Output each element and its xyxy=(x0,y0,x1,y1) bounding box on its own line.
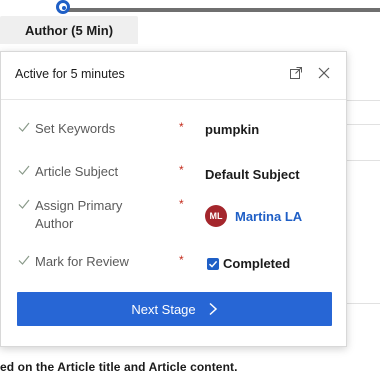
primary-author-link[interactable]: Martina LA xyxy=(235,209,302,224)
required-indicator: * xyxy=(179,163,184,177)
stage-flyout: Active for 5 minutes Set Keywords * pump… xyxy=(0,51,347,347)
required-indicator: * xyxy=(179,197,184,211)
checkmark-icon xyxy=(17,120,31,134)
step-label: Assign Primary Author xyxy=(35,198,123,231)
next-stage-button[interactable]: Next Stage xyxy=(17,292,332,326)
step-set-keywords: Set Keywords * pumpkin xyxy=(1,120,346,160)
active-stage-node[interactable] xyxy=(56,0,70,14)
checkmark-icon xyxy=(17,197,31,211)
completed-checkbox[interactable] xyxy=(207,257,219,270)
chevron-right-icon xyxy=(208,302,218,316)
primary-author-field[interactable]: ML Martina LA xyxy=(205,205,302,227)
background-caption: ed on the Article title and Article cont… xyxy=(0,360,238,374)
review-completed-checkbox-row[interactable]: Completed xyxy=(207,256,290,271)
stage-track xyxy=(60,8,380,12)
step-assign-primary-author: Assign Primary Author * ML Martina LA xyxy=(1,197,346,243)
required-indicator: * xyxy=(179,120,184,134)
avatar: ML xyxy=(205,205,227,227)
step-label: Article Subject xyxy=(35,164,119,179)
close-icon[interactable] xyxy=(314,63,334,83)
completed-label[interactable]: Completed xyxy=(223,256,290,271)
expand-icon[interactable] xyxy=(286,63,306,83)
checkmark-icon xyxy=(17,163,31,177)
active-stage-label: Author (5 Min) xyxy=(24,22,114,38)
active-stage-tab[interactable]: Author (5 Min) xyxy=(0,16,138,44)
keywords-value[interactable]: pumpkin xyxy=(205,122,259,137)
article-subject-value[interactable]: Default Subject xyxy=(205,167,300,182)
flyout-title: Active for 5 minutes xyxy=(15,67,125,81)
step-mark-for-review: Mark for Review * Completed xyxy=(1,253,346,293)
required-indicator: * xyxy=(179,253,184,267)
next-stage-label: Next Stage xyxy=(131,301,196,317)
checkmark-icon xyxy=(17,253,31,267)
flyout-header: Active for 5 minutes xyxy=(1,52,346,100)
step-label: Set Keywords xyxy=(35,121,116,136)
page: Author (5 Min) ed on the Article title a… xyxy=(0,0,380,380)
step-label: Mark for Review xyxy=(35,254,129,269)
